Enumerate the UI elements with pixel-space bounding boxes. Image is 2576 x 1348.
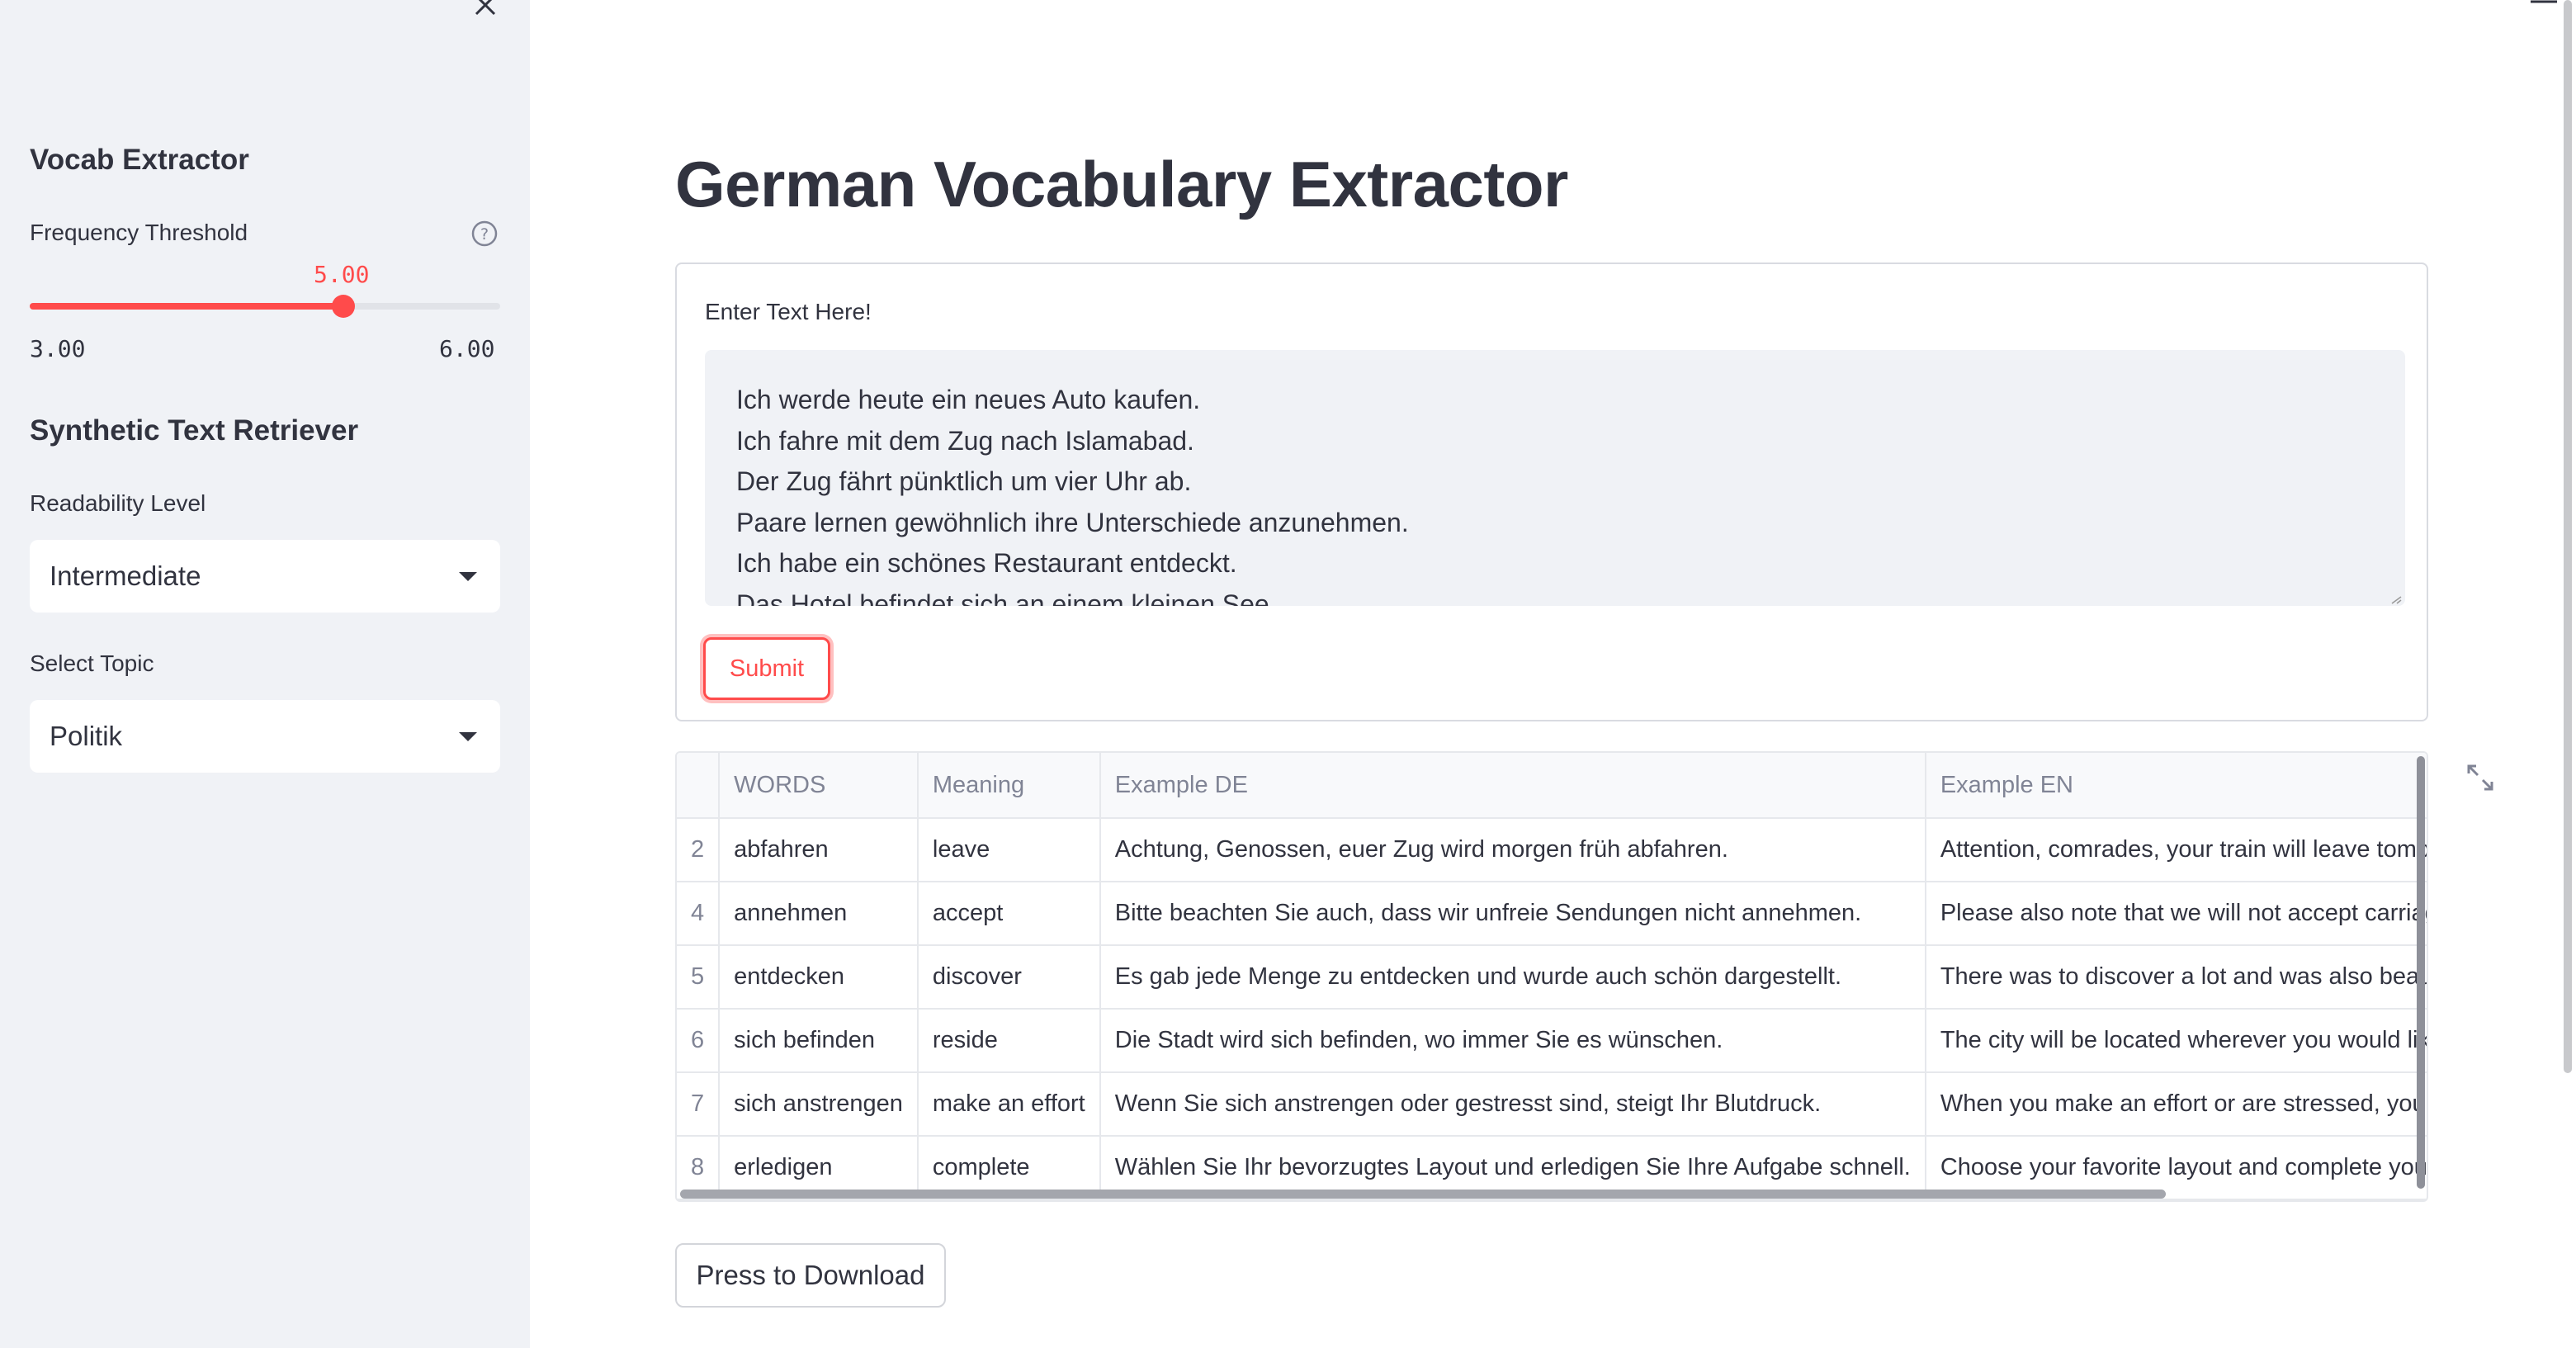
readability-level-label: Readability Level [30,490,206,516]
row-index-cell[interactable]: 2 [677,818,721,882]
text-area-line: Paare lernen gewöhnlich ihre Unterschied… [736,507,1409,537]
table-cell[interactable]: Please also note that we will not accept… [1925,882,2427,946]
table-cell[interactable]: leave [917,818,1101,882]
svg-text:?: ? [480,225,489,244]
download-button[interactable]: Press to Download [675,1243,946,1308]
select-topic-label: Select Topic [30,650,154,676]
table-column-header[interactable]: WORDS [719,753,919,819]
table-cell[interactable]: Achtung, Genossen, euer Zug wird morgen … [1099,818,1926,882]
table-cell[interactable]: accept [917,882,1101,946]
frequency-threshold-slider[interactable] [30,295,500,318]
text-area-content: Ich werde heute ein neues Auto kaufen. Ic… [736,380,2374,606]
help-icon[interactable]: ? [470,220,499,248]
table-horizontal-scrollbar[interactable] [680,1190,2166,1199]
table-row[interactable]: 4 annehmen accept Bitte beachten Sie auch, … [677,882,2427,946]
slider-value-label: 5.00 [314,261,370,288]
resize-grip-icon[interactable] [2390,596,2402,604]
chevron-down-icon [459,731,477,741]
table-row[interactable]: 5 entdecken discover Es gab jede Menge zu e… [677,945,2427,1010]
table-row[interactable]: 2 abfahren leave Achtung, Genossen, euer Zu… [677,818,2427,882]
table-header-row: WORDS Meaning Example DE Example EN [677,753,2427,819]
page-title: German Vocabulary Extractor [675,148,1568,220]
chevron-down-icon [459,571,477,581]
slider-max-label: 6.00 [439,335,495,362]
text-input-form: Enter Text Here! Ich werde heute ein neu… [675,263,2428,721]
readability-level-value: Intermediate [50,560,201,591]
row-index-cell[interactable]: 7 [677,1072,721,1137]
table-cell[interactable]: annehmen [719,882,919,946]
table-cell[interactable]: Wenn Sie sich anstrengen oder gestresst … [1099,1072,1926,1137]
readability-level-select[interactable]: Intermediate [30,540,500,613]
table-cell[interactable]: sich anstrengen [719,1072,919,1137]
table-vertical-scrollbar[interactable] [2417,756,2425,1189]
page-scrollbar[interactable] [2564,0,2572,1073]
row-index-cell[interactable]: 4 [677,882,721,946]
table-cell[interactable]: Attention, comrades, your train will lea… [1925,818,2427,882]
table-row[interactable]: 6 sich befinden reside Die Stadt wird sich … [677,1009,2427,1073]
text-input-area[interactable]: Ich werde heute ein neues Auto kaufen. Ic… [705,350,2405,606]
table-cell[interactable]: entdecken [719,945,919,1010]
table-cell[interactable]: The city will be located wherever you wo… [1925,1009,2427,1073]
table-cell[interactable]: When you make an effort or are stressed,… [1925,1072,2427,1137]
slider-thumb[interactable] [332,295,355,318]
table-cell[interactable]: sich befinden [719,1009,919,1073]
text-area-line: Ich habe ein schönes Restaurant entdeckt… [736,548,1237,578]
table-cell[interactable]: discover [917,945,1101,1010]
slider-fill [30,303,343,310]
vocabulary-table[interactable]: WORDS Meaning Example DE Example EN 2 abfahr… [675,751,2428,1202]
fullscreen-icon[interactable] [2464,761,2497,794]
table-column-header[interactable]: Example EN [1925,753,2427,819]
close-icon [475,0,496,16]
topic-select[interactable]: Politik [30,700,500,773]
table-column-header[interactable]: Meaning [917,753,1101,819]
submit-button[interactable]: Submit [703,637,830,700]
sidebar: Vocab Extractor Frequency Threshold ? 5.… [0,0,530,1348]
text-area-line: Ich fahre mit dem Zug nach Islamabad. [736,425,1194,456]
row-index-cell[interactable]: 6 [677,1009,721,1073]
table-cell[interactable]: reside [917,1009,1101,1073]
row-index-cell[interactable]: 5 [677,945,721,1010]
text-area-line: Das Hotel befindet sich an einem kleinen… [736,589,1277,607]
table-cell[interactable]: abfahren [719,818,919,882]
frequency-threshold-label: Frequency Threshold [30,220,248,245]
table-column-header[interactable] [677,753,721,819]
topic-value: Politik [50,721,123,751]
table-cell[interactable]: Die Stadt wird sich befinden, wo immer S… [1099,1009,1926,1073]
table-cell[interactable]: Es gab jede Menge zu entdecken und wurde… [1099,945,1926,1010]
text-area-line: Der Zug fährt pünktlich um vier Uhr ab. [736,466,1192,496]
close-sidebar-button[interactable] [469,0,502,21]
text-area-line: Ich werde heute ein neues Auto kaufen. [736,385,1201,414]
synthetic-text-retriever-heading: Synthetic Text Retriever [30,414,359,447]
main-menu-icon[interactable] [2527,0,2560,12]
text-area-label: Enter Text Here! [705,299,872,324]
slider-min-label: 3.00 [30,335,86,362]
table-cell[interactable]: There was to discover a lot and was also… [1925,945,2427,1010]
table-column-header[interactable]: Example DE [1099,753,1926,819]
table-row[interactable]: 7 sich anstrengen make an effort Wenn Sie s… [677,1072,2427,1137]
table-cell[interactable]: make an effort [917,1072,1101,1137]
table-cell[interactable]: Bitte beachten Sie auch, dass wir unfrei… [1099,882,1926,946]
vocab-extractor-heading: Vocab Extractor [30,144,249,176]
